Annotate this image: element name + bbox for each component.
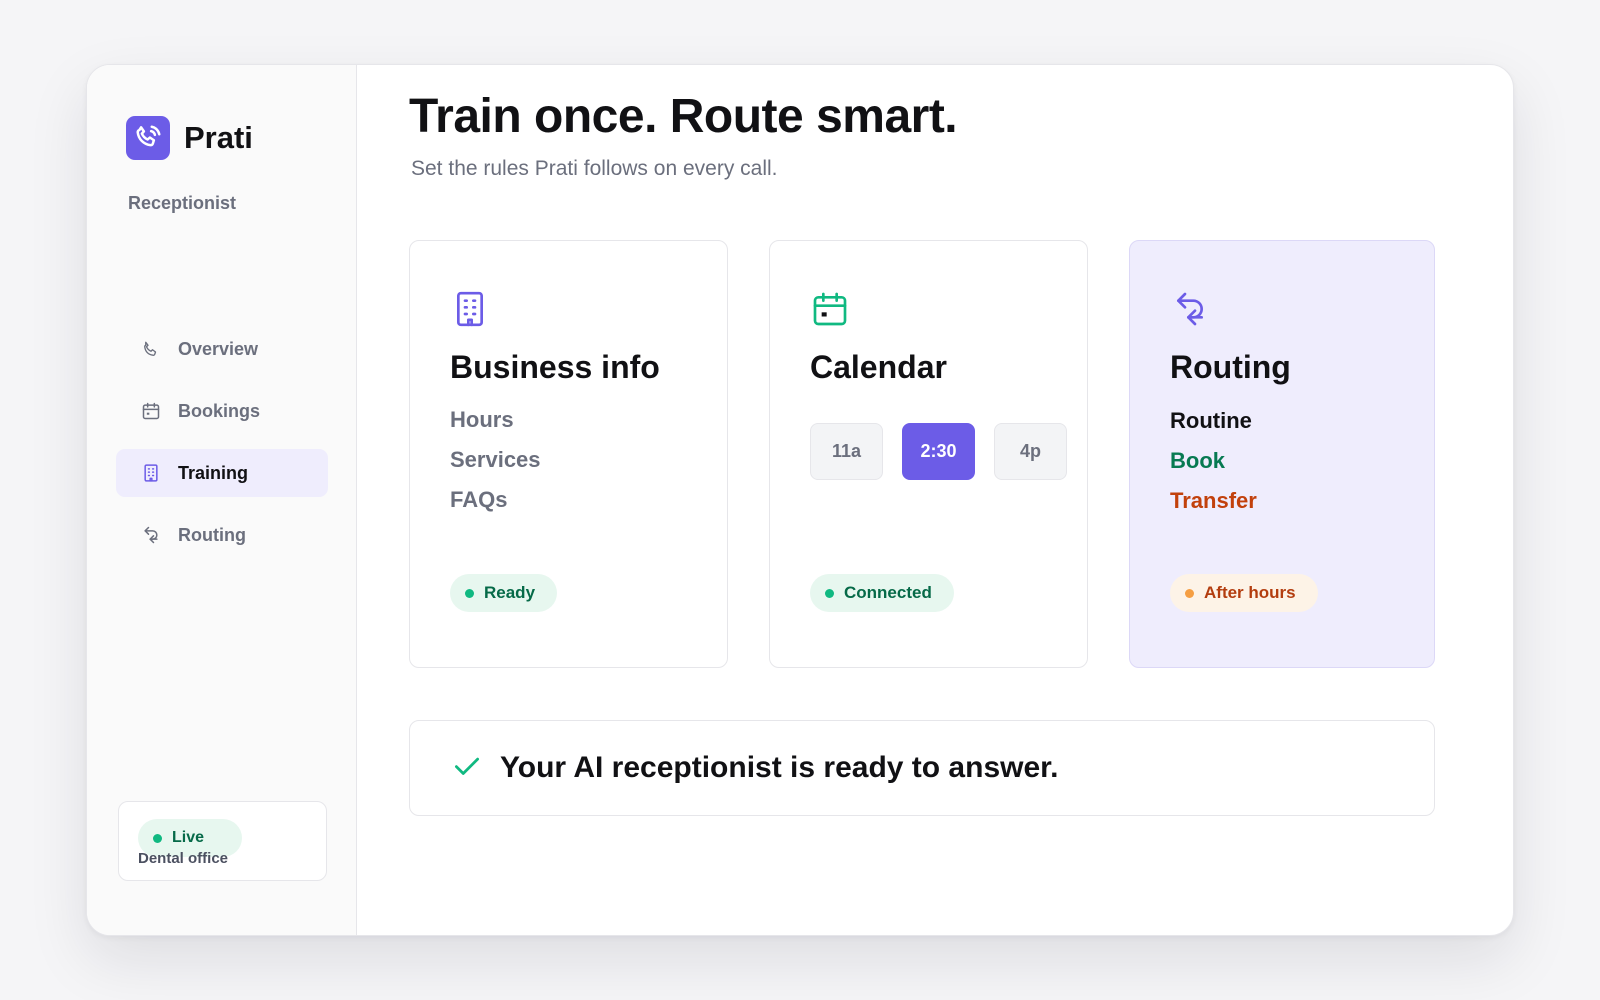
status-label: After hours [1204,583,1296,602]
phone-icon [140,338,162,360]
calendar-icon [140,400,162,422]
brand-name: Prati [184,120,253,155]
sidebar-item-routing[interactable]: Routing [116,511,328,559]
calendar-card[interactable]: Calendar 11a 2:30 4p Connected [769,240,1088,668]
section-label: Receptionist [128,193,237,213]
status-label: Ready [484,583,536,602]
card-title: Calendar [810,349,947,385]
ready-message: Your AI receptionist is ready to answer. [500,751,1059,784]
route-arrows-icon [140,524,162,546]
status-dot [1185,588,1194,598]
calendar-icon [810,289,850,329]
status-badge: Connected [810,574,954,612]
status-card: Live Dental office [118,801,327,881]
list-item-services[interactable]: Services [450,447,541,487]
list-item-hours[interactable]: Hours [450,407,541,447]
sidebar-nav: Overview Bookings Training Routing [116,325,328,573]
live-status-label: Live [172,829,205,846]
sidebar-item-training[interactable]: Training [116,449,328,497]
card-title: Routing [1170,349,1291,385]
ready-banner: Your AI receptionist is ready to answer. [409,720,1435,816]
sidebar-item-bookings[interactable]: Bookings [116,387,328,435]
time-slots: 11a 2:30 4p [810,423,1086,480]
page-title: Train once. Route smart. [409,90,958,143]
business-info-list: Hours Services FAQs [450,407,541,527]
sidebar-item-overview[interactable]: Overview [116,325,328,373]
status-dot [825,588,834,598]
business-info-card[interactable]: Business info Hours Services FAQs Ready [409,240,728,668]
route-arrows-icon [1170,289,1210,329]
sidebar-item-label: Routing [178,524,246,545]
sidebar-item-label: Training [178,462,249,483]
phone-call-icon [126,116,170,160]
status-dot [465,588,474,598]
card-title: Business info [450,349,660,385]
status-badge: After hours [1170,574,1318,612]
page-subtitle: Set the rules Prati follows on every cal… [411,157,778,180]
sidebar-item-label: Bookings [178,400,261,421]
routing-card[interactable]: Routing Routine Book Transfer After hour… [1129,240,1435,668]
brand[interactable]: Prati [126,116,253,160]
main-content: Train once. Route smart. Set the rules P… [357,65,1513,935]
sidebar-item-label: Overview [178,338,259,359]
time-slot[interactable]: 4p [994,423,1067,480]
routing-rule-transfer[interactable]: Transfer [1170,488,1257,528]
sidebar: Prati Receptionist Overview Bookings Tra… [87,65,357,935]
routing-rules-list: Routine Book Transfer [1170,408,1257,528]
building-icon [140,462,162,484]
list-item-faqs[interactable]: FAQs [450,487,541,527]
app-window: Prati Receptionist Overview Bookings Tra… [86,64,1514,936]
time-slot[interactable]: 11a [810,423,883,480]
routing-rule-book[interactable]: Book [1170,448,1257,488]
status-dot [153,833,162,843]
building-icon [450,289,490,329]
business-type: Dental office [138,850,229,867]
check-icon [452,751,482,786]
routing-rule-routine[interactable]: Routine [1170,408,1257,448]
status-badge: Ready [450,574,558,612]
status-label: Connected [844,583,932,602]
time-slot-selected[interactable]: 2:30 [902,423,975,480]
